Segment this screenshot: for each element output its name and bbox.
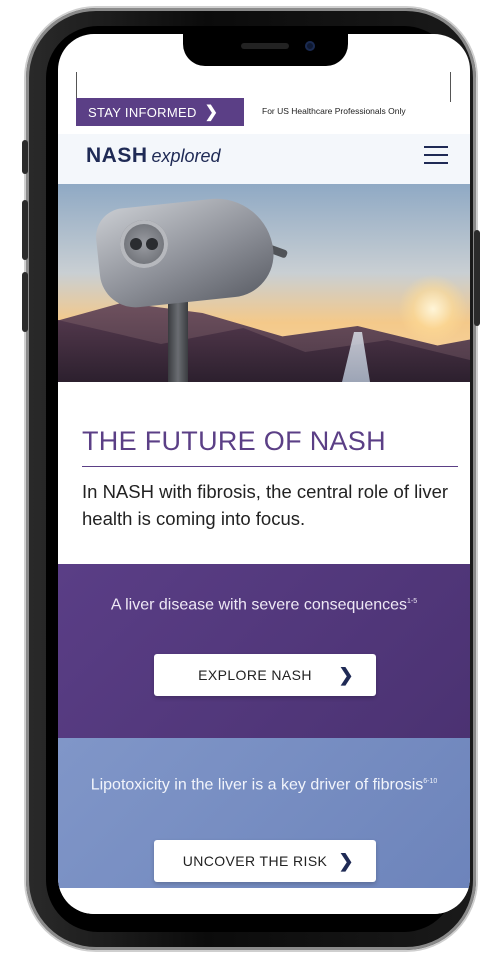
uncover-risk-label: UNCOVER THE RISK [182, 853, 328, 869]
phone-screen: STAY INFORMED ❯ For US Healthcare Profes… [58, 34, 470, 914]
intro-section: THE FUTURE OF NASH In NASH with fibrosis… [58, 382, 470, 564]
phone-notch [183, 34, 348, 66]
stay-informed-button[interactable]: STAY INFORMED ❯ [76, 98, 244, 126]
title-divider [82, 466, 458, 467]
chevron-right-icon: ❯ [338, 664, 354, 685]
phone-power-button [474, 230, 480, 326]
disease-section: A liver disease with severe consequences… [58, 564, 470, 738]
hamburger-menu-icon[interactable] [424, 146, 448, 166]
risk-section: Lipotoxicity in the liver is a key drive… [58, 738, 470, 888]
disease-reference: 1-5 [407, 598, 418, 605]
site-logo[interactable]: NASH explored [86, 144, 221, 168]
disease-text: A liver disease with severe consequences… [110, 596, 418, 614]
front-camera-icon [305, 41, 315, 51]
explore-nash-button[interactable]: EXPLORE NASH ❯ [154, 654, 376, 696]
chevron-right-icon: ❯ [204, 104, 219, 121]
phone-volume-down [22, 272, 28, 332]
logo-italic: explored [151, 146, 221, 166]
explore-nash-label: EXPLORE NASH [198, 667, 312, 683]
speaker-grille [241, 43, 289, 49]
uncover-risk-button[interactable]: UNCOVER THE RISK ❯ [154, 840, 376, 882]
hero-image [58, 184, 470, 382]
logo-bold: NASH [86, 144, 148, 167]
top-bar: STAY INFORMED ❯ For US Healthcare Profes… [58, 92, 470, 126]
chevron-right-icon: ❯ [338, 850, 354, 871]
risk-text: Lipotoxicity in the liver is a key drive… [90, 776, 438, 794]
page-title: THE FUTURE OF NASH [82, 426, 386, 456]
site-header: NASH explored [58, 134, 470, 184]
phone-volume-up [22, 200, 28, 260]
home-area [58, 888, 470, 914]
phone-side-button [22, 140, 28, 174]
risk-reference: 6-10 [423, 778, 438, 785]
intro-text: In NASH with fibrosis, the central role … [82, 481, 449, 529]
hcp-disclaimer: For US Healthcare Professionals Only [262, 106, 406, 116]
stay-informed-label: STAY INFORMED [88, 104, 197, 120]
